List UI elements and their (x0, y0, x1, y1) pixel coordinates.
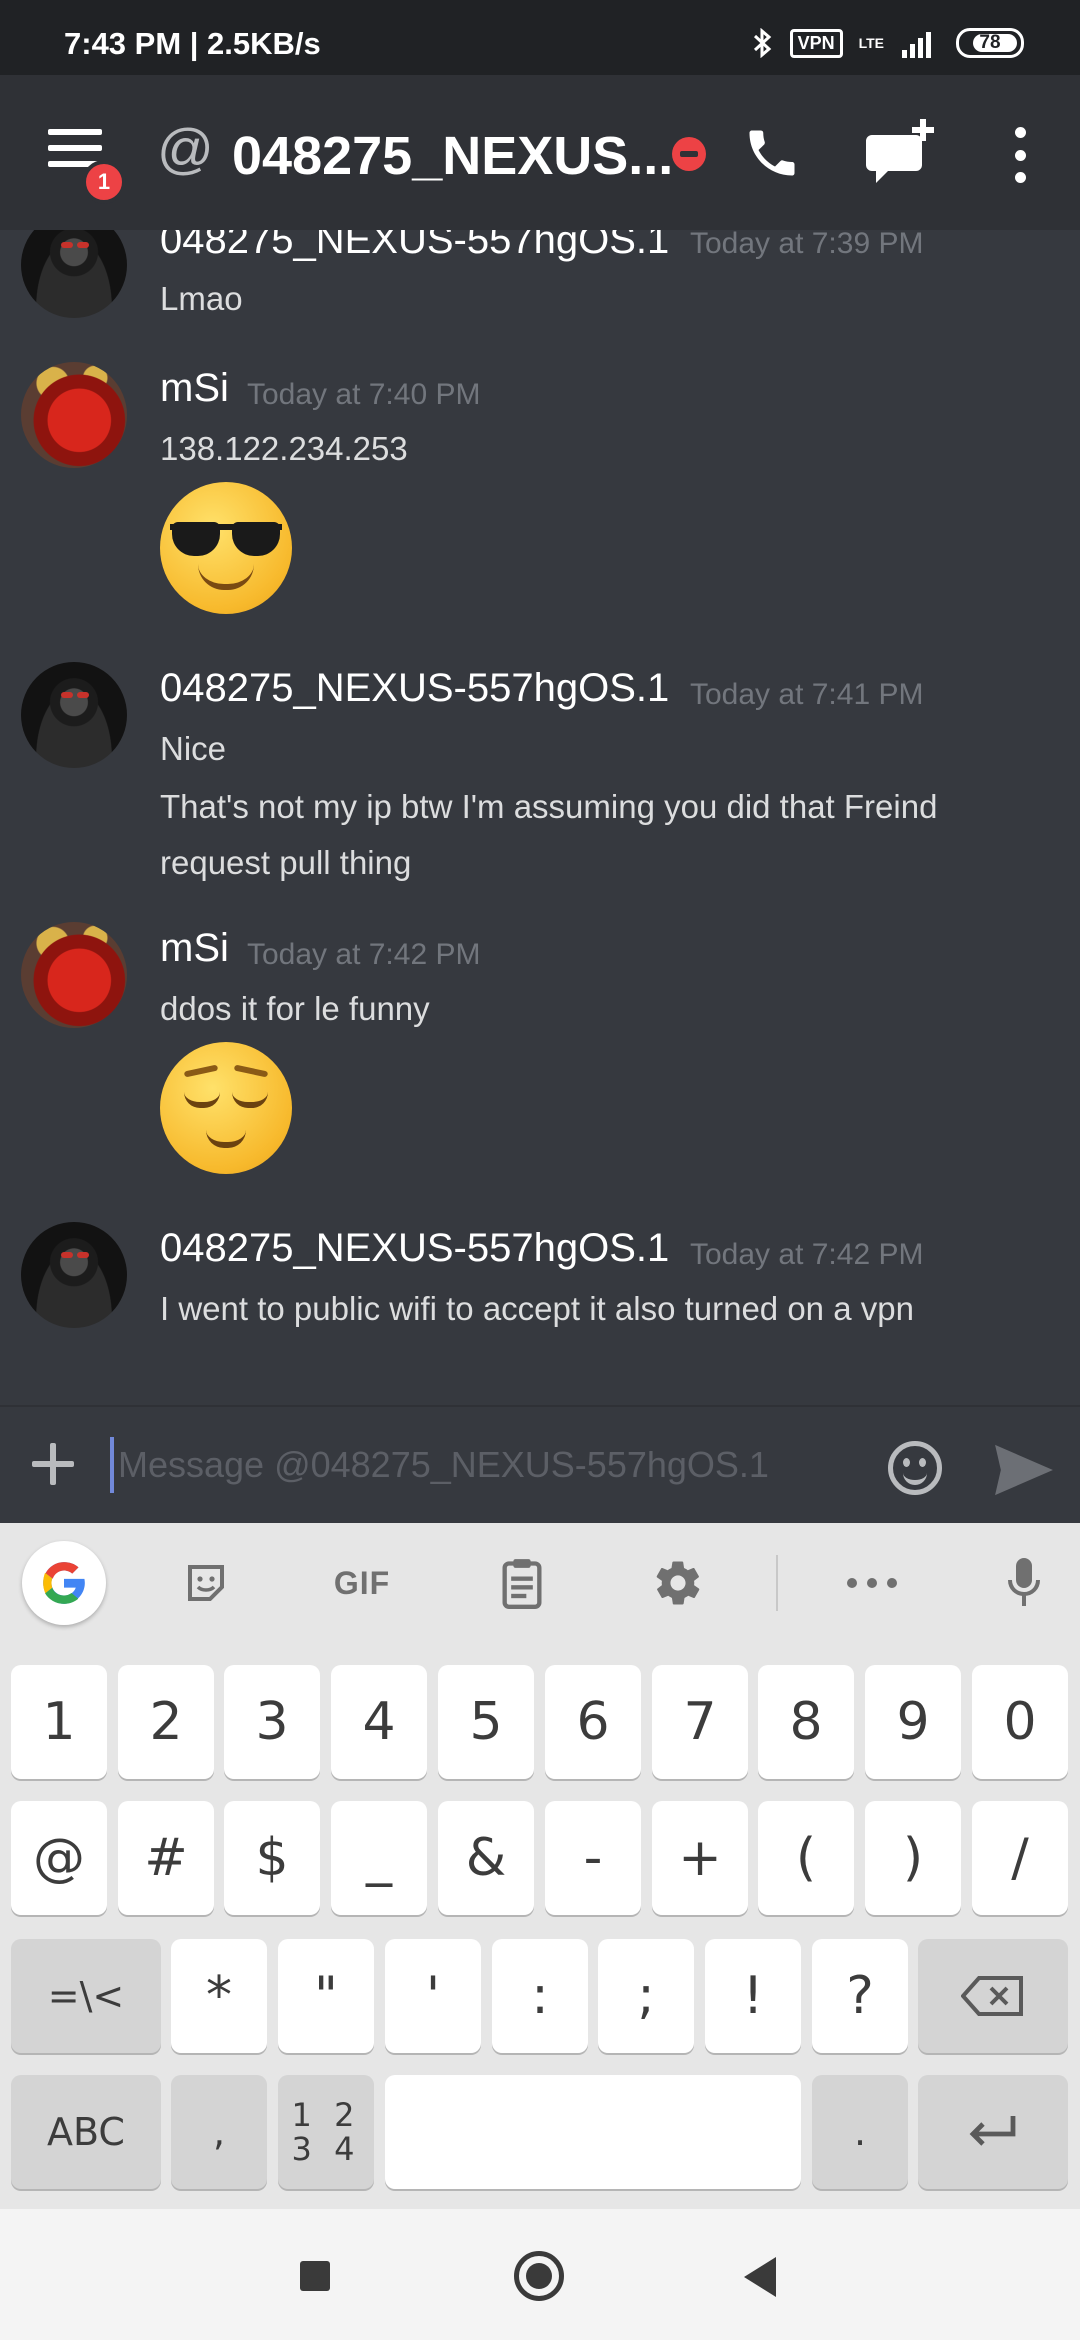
key-dollar[interactable]: $ (224, 1801, 320, 1915)
key-2[interactable]: 2 (118, 1665, 214, 1779)
message-timestamp: Today at 7:41 PM (690, 678, 924, 711)
user-avatar[interactable] (21, 362, 127, 468)
more-options-icon[interactable] (1010, 127, 1030, 183)
key-7[interactable]: 7 (652, 1665, 748, 1779)
key-comma[interactable]: , (171, 2075, 267, 2189)
key-minus[interactable]: - (545, 1801, 641, 1915)
message-list[interactable]: 048275_NEXUS-557hgOS.1 Today at 7:39 PM … (0, 230, 1080, 1405)
more-options-icon[interactable] (840, 1551, 904, 1615)
status-bar: 7:43 PM | 2.5KB/s VPN LTE 78 (0, 0, 1080, 75)
message-timestamp: Today at 7:40 PM (247, 378, 481, 411)
message-author[interactable]: mSi (160, 366, 229, 411)
dnd-status-icon (672, 137, 706, 171)
user-avatar[interactable] (21, 230, 127, 318)
key-question[interactable]: ? (812, 1939, 908, 2053)
key-abc[interactable]: ABC (11, 2075, 161, 2189)
message-author[interactable]: 048275_NEXUS-557hgOS.1 (160, 230, 669, 263)
message-text: ddos it for le funny (160, 990, 430, 1027)
key-double-quote[interactable]: " (278, 1939, 374, 2053)
message-text: Nice (160, 730, 227, 767)
attach-plus-icon[interactable] (30, 1441, 76, 1487)
key-period[interactable]: . (812, 2075, 908, 2189)
key-at[interactable]: @ (11, 1801, 107, 1915)
key-semicolon[interactable]: ; (598, 1939, 694, 2053)
key-4[interactable]: 4 (331, 1665, 427, 1779)
key-5[interactable]: 5 (438, 1665, 534, 1779)
vpn-indicator: VPN (789, 28, 843, 58)
key-8[interactable]: 8 (758, 1665, 854, 1779)
enter-key[interactable] (918, 2075, 1068, 2189)
key-open-paren[interactable]: ( (758, 1801, 854, 1915)
key-hash[interactable]: # (118, 1801, 214, 1915)
lte-indicator: LTE (858, 35, 884, 51)
microphone-icon[interactable] (1002, 1551, 1046, 1615)
key-9[interactable]: 9 (865, 1665, 961, 1779)
status-icons: VPN LTE 78 (752, 28, 1024, 58)
signal-icon (902, 32, 931, 58)
user-avatar[interactable] (21, 922, 127, 1028)
key-colon[interactable]: : (492, 1939, 588, 2053)
system-navigation-bar (0, 2209, 1080, 2340)
message-text: I went to public wifi to accept it also … (160, 1290, 914, 1327)
emoji-picker-icon[interactable] (888, 1441, 942, 1495)
user-avatar[interactable] (21, 662, 127, 768)
key-3[interactable]: 3 (224, 1665, 320, 1779)
message-input[interactable] (110, 1437, 870, 1493)
message-text: Lmao (160, 280, 243, 317)
key-plus[interactable]: + (652, 1801, 748, 1915)
key-more-symbols[interactable]: =\< (11, 1939, 161, 2053)
toolbar-divider (776, 1555, 778, 1611)
gif-button[interactable]: GIF (320, 1551, 404, 1615)
bluetooth-icon (753, 28, 771, 58)
message-timestamp: Today at 7:42 PM (690, 1238, 924, 1271)
battery-icon: 78 (956, 28, 1024, 58)
soft-keyboard: GIF 1 2 3 4 5 6 7 8 9 0 @ # $ _ & - + ( … (0, 1523, 1080, 2209)
key-exclamation[interactable]: ! (705, 1939, 801, 2053)
key-1[interactable]: 1 (11, 1665, 107, 1779)
spacebar[interactable] (385, 2075, 801, 2189)
send-icon[interactable] (992, 1443, 1056, 1497)
message-timestamp: Today at 7:42 PM (247, 938, 481, 971)
dm-title[interactable]: 048275_NEXUS... (232, 125, 673, 187)
key-0[interactable]: 0 (972, 1665, 1068, 1779)
key-slash[interactable]: / (972, 1801, 1068, 1915)
message-author[interactable]: 048275_NEXUS-557hgOS.1 (160, 1226, 669, 1271)
relieved-emoji-icon (160, 1042, 292, 1174)
message-timestamp: Today at 7:39 PM (690, 230, 924, 260)
backspace-icon (961, 1976, 1023, 2016)
message-text: 138.122.234.253 (160, 430, 408, 467)
enter-icon (969, 2116, 1016, 2146)
sticker-icon[interactable] (176, 1551, 236, 1615)
message-composer (0, 1405, 1080, 1523)
at-icon: @ (157, 117, 214, 180)
message-text: That's not my ip btw I'm assuming you di… (160, 788, 938, 825)
new-group-dm-icon[interactable] (866, 117, 938, 189)
user-avatar[interactable] (21, 1222, 127, 1328)
home-icon[interactable] (514, 2251, 564, 2301)
battery-level: 78 (979, 32, 1001, 53)
message-author[interactable]: mSi (160, 926, 229, 971)
keyboard-toolbar: GIF (0, 1523, 1080, 1643)
key-asterisk[interactable]: * (171, 1939, 267, 2053)
key-close-paren[interactable]: ) (865, 1801, 961, 1915)
channel-header: 1 @ 048275_NEXUS... (0, 75, 1080, 230)
key-single-quote[interactable]: ' (385, 1939, 481, 2053)
key-ampersand[interactable]: & (438, 1801, 534, 1915)
key-numpad[interactable]: 1 2 3 4 (278, 2075, 374, 2189)
google-icon[interactable] (22, 1541, 106, 1625)
settings-gear-icon[interactable] (648, 1551, 708, 1615)
key-6[interactable]: 6 (545, 1665, 641, 1779)
notification-badge: 1 (82, 160, 126, 204)
back-icon[interactable] (744, 2257, 776, 2297)
phone-call-icon[interactable] (742, 123, 802, 183)
recents-icon[interactable] (300, 2261, 330, 2291)
clipboard-icon[interactable] (492, 1551, 552, 1615)
status-time: 7:43 PM | 2.5KB/s (64, 26, 321, 61)
message-text: request pull thing (160, 844, 412, 881)
backspace-key[interactable] (918, 1939, 1068, 2053)
key-underscore[interactable]: _ (331, 1801, 427, 1915)
message-author[interactable]: 048275_NEXUS-557hgOS.1 (160, 666, 669, 711)
sunglasses-emoji-icon (160, 482, 292, 614)
